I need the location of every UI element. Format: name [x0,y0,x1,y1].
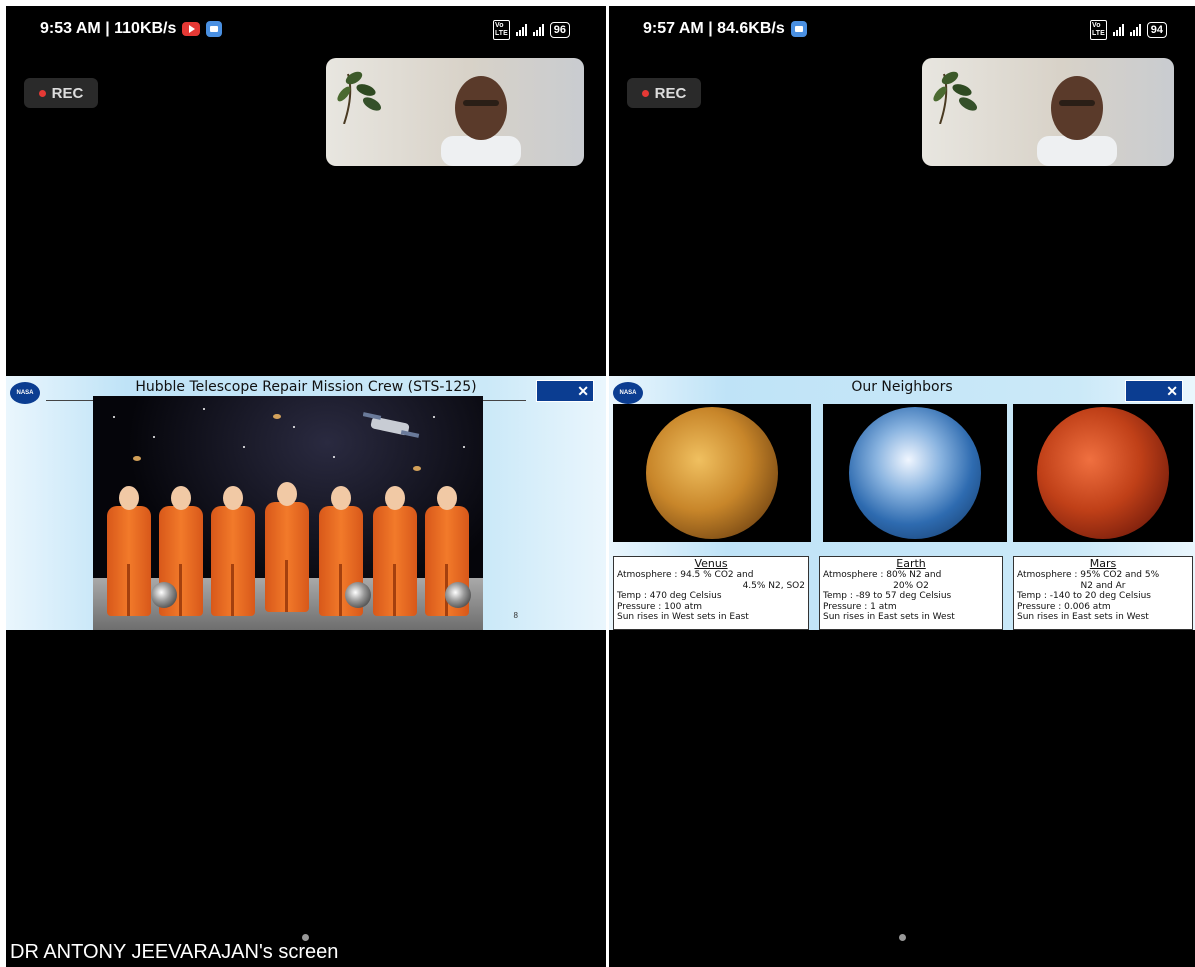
signal-icon-2 [532,24,544,36]
astronaut [371,486,419,616]
right-screen-panel: 9:57 AM | 84.6KB/s Vo LTE 94 REC NASA Ou… [609,6,1195,967]
volte-icon: Vo LTE [1090,20,1107,40]
participant-video-thumbnail[interactable] [326,58,584,166]
battery-icon: 96 [549,22,570,38]
info-line: Pressure : 1 atm [823,601,897,612]
status-time: 9:53 AM | 110KB/s [40,20,177,37]
status-bar: 9:53 AM | 110KB/s Vo LTE 96 [6,18,606,42]
helmet [445,582,471,608]
battery-icon: 94 [1146,22,1167,38]
slide-title: Our Neighbors [851,379,953,395]
info-line: Atmosphere : 95% CO2 and 5% [1017,570,1160,580]
record-dot-icon [641,89,649,97]
info-line: N2 and Ar [1080,580,1126,591]
shared-slide: NASA Hubble Telescope Repair Mission Cre… [6,376,606,630]
slide-title: Hubble Telescope Repair Mission Crew (ST… [135,379,477,395]
speaker-person [1037,76,1117,166]
slide-page-number: 8 [513,611,518,620]
participant-video-thumbnail[interactable] [922,58,1174,166]
shared-slide: NASA Our Neighbors ✕ Venus Atmosphere : … [609,376,1195,630]
helmet [151,582,177,608]
info-line: Pressure : 100 atm [617,601,703,612]
info-line: Temp : 470 deg Celsius [617,591,722,601]
signal-icon-2 [1129,24,1141,36]
status-time: 9:57 AM | 84.6KB/s [643,20,785,37]
left-screen-panel: 9:53 AM | 110KB/s Vo LTE 96 REC NASA Hub… [6,6,606,967]
venus-image [613,404,811,542]
planet-name: Mars [1089,557,1117,570]
helmet [345,582,371,608]
youtube-icon [182,22,201,36]
record-dot-icon [38,89,46,97]
info-line: 20% O2 [893,580,929,591]
meet-icon [790,21,807,37]
meet-icon [206,21,223,37]
astronaut [263,482,311,612]
info-line: Temp : -89 to 57 deg Celsius [823,591,952,601]
plant-image [337,71,382,124]
info-line: Sun rises in West sets in East [617,612,749,622]
info-line: Temp : -140 to 20 deg Celsius [1017,591,1151,601]
status-bar: 9:57 AM | 84.6KB/s Vo LTE 94 [609,18,1195,42]
info-line: Atmosphere : 80% N2 and [823,570,942,580]
page-indicator-dot[interactable] [899,934,906,941]
crew-photo [93,396,483,630]
planet-name: Earth [896,557,926,570]
mars-info-box: Mars Atmosphere : 95% CO2 and 5% N2 and … [1013,556,1193,630]
page-indicator-dot[interactable] [302,934,309,941]
health-performance-logo: ✕ [536,380,594,402]
earth-info-box: Earth Atmosphere : 80% N2 and 20% O2 Tem… [819,556,1003,630]
info-line: Sun rises in East sets in West [1017,612,1149,622]
venus-info-box: Venus Atmosphere : 94.5 % CO2 and 4.5% N… [613,556,809,630]
speaker-person [441,76,521,166]
mars-image [1013,404,1193,542]
astronaut [105,486,153,616]
planet-name: Venus [694,557,728,570]
rec-indicator[interactable]: REC [627,78,701,108]
rec-label: REC [654,84,687,102]
rec-indicator[interactable]: REC [24,78,98,108]
plant-image [933,71,978,124]
signal-icon [515,24,527,36]
info-line: Atmosphere : 94.5 % CO2 and [617,570,754,580]
hubble-telescope-image [363,412,420,438]
screen-owner-label: DR ANTONY JEEVARAJAN's screen [10,941,339,963]
rec-label: REC [51,84,84,102]
signal-icon [1112,24,1124,36]
info-line: Sun rises in East sets in West [823,612,955,622]
info-line: 4.5% N2, SO2 [742,580,805,591]
info-line: Pressure : 0.006 atm [1017,601,1111,612]
earth-image [823,404,1007,542]
volte-icon: Vo LTE [493,20,510,40]
health-performance-logo: ✕ [1125,380,1183,402]
astronaut [209,486,257,616]
